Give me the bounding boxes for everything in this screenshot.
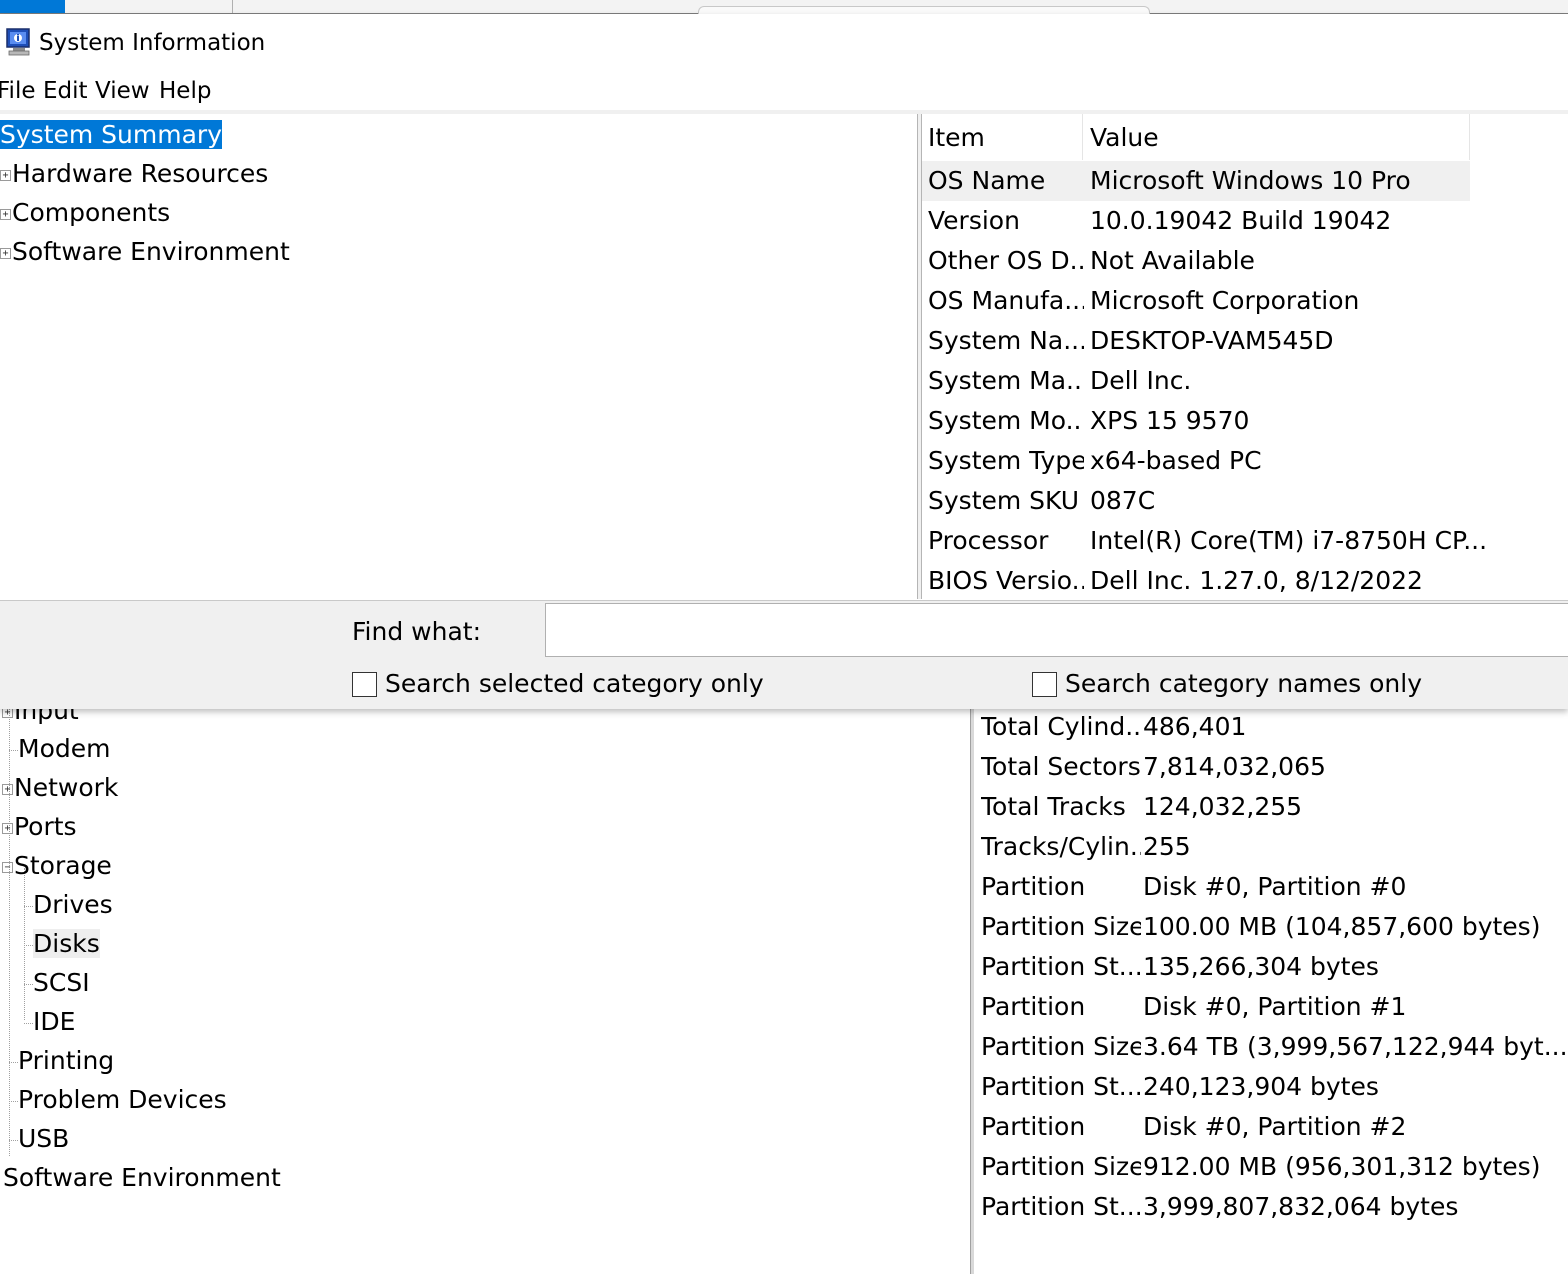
list-row[interactable]: System Type x64-based PC: [922, 441, 1470, 481]
tree-connector: [9, 1140, 18, 1141]
tree-connector: [24, 906, 33, 907]
list-header: Item Value: [922, 114, 1472, 160]
menu-edit[interactable]: Edit: [43, 76, 88, 106]
category-tree[interactable]: System Summary + Hardware Resources + Comp…: [0, 114, 918, 599]
tree-item-scsi[interactable]: SCSI: [33, 965, 90, 1001]
menu-bar: File Edit View Help: [0, 72, 1568, 110]
tree-connector: [24, 1023, 33, 1024]
column-header-value[interactable]: Value: [1084, 114, 1470, 160]
active-tab-indicator[interactable]: [0, 0, 65, 13]
tree-item-ports[interactable]: + Ports: [2, 809, 77, 845]
tree-connector: [9, 1062, 18, 1063]
search-selected-category-checkbox[interactable]: [352, 672, 377, 697]
expand-icon[interactable]: +: [0, 208, 11, 220]
tree-item-problem-devices[interactable]: Problem Devices: [18, 1082, 227, 1118]
list-row[interactable]: OS Manufa... Microsoft Corporation: [922, 281, 1470, 321]
tree-item-printing[interactable]: Printing: [18, 1043, 114, 1079]
expand-icon[interactable]: +: [0, 169, 11, 181]
tree-item-disks[interactable]: Disks: [33, 926, 100, 962]
tree-connector: [24, 984, 33, 985]
tree-item-storage[interactable]: − Storage: [2, 848, 112, 884]
pane-splitter[interactable]: [970, 696, 974, 1274]
list-row[interactable]: Processor Intel(R) Core(TM) i7-8750H CP..…: [922, 521, 1487, 561]
title-bar[interactable]: System Information: [0, 14, 1568, 72]
back-category-tree[interactable]: + Input Modem + Network + Ports − Storage Dr…: [0, 696, 970, 1274]
tree-connector: [9, 1101, 18, 1102]
search-selected-category-label[interactable]: Search selected category only: [385, 666, 764, 702]
list-row[interactable]: System Mo... XPS 15 9570: [922, 401, 1470, 441]
divider: [232, 0, 233, 13]
menu-file[interactable]: File: [0, 76, 36, 106]
search-category-names-checkbox[interactable]: [1032, 672, 1057, 697]
search-category-names-label[interactable]: Search category names only: [1065, 666, 1422, 702]
list-row[interactable]: Other OS D... Not Available: [922, 241, 1470, 281]
list-row[interactable]: System Ma... Dell Inc.: [922, 361, 1470, 401]
find-bar: Find what: Search selected category only…: [0, 600, 1568, 709]
list-row[interactable]: OS Name Microsoft Windows 10 Pro: [922, 161, 1470, 201]
column-header-item[interactable]: Item: [922, 114, 1083, 160]
tree-item-usb[interactable]: USB: [18, 1121, 69, 1157]
window-title: System Information: [39, 30, 266, 56]
list-row[interactable]: BIOS Versio... Dell Inc. 1.27.0, 8/12/202…: [922, 561, 1470, 599]
expand-icon[interactable]: +: [2, 783, 13, 795]
tree-item-components[interactable]: + Components: [0, 195, 170, 231]
details-list: Item Value OS Name Microsoft Windows 10 P…: [921, 114, 1568, 599]
tree-item-hardware-resources[interactable]: + Hardware Resources: [0, 156, 268, 192]
tree-item-modem[interactable]: Modem: [18, 731, 110, 767]
collapse-icon[interactable]: −: [2, 861, 13, 873]
tree-item-software-environment[interactable]: Software Environment: [3, 1160, 281, 1196]
find-what-input[interactable]: [545, 603, 1568, 657]
tree-connector: [9, 750, 18, 751]
system-information-icon: [6, 28, 30, 56]
tree-connector: [24, 868, 25, 1020]
taskbar-strip: [0, 0, 1568, 15]
list-row[interactable]: System SKU 087C: [922, 481, 1470, 521]
list-row[interactable]: System Na... DESKTOP-VAM545D: [922, 321, 1470, 361]
expand-icon[interactable]: +: [2, 822, 13, 834]
tree-item-drives[interactable]: Drives: [33, 887, 113, 923]
tree-item-ide[interactable]: IDE: [33, 1004, 75, 1040]
tree-connector: [24, 945, 33, 946]
system-information-window: System Information File Edit View Help S…: [0, 14, 1568, 709]
tree-item-network[interactable]: + Network: [2, 770, 118, 806]
list-row[interactable]: Version 10.0.19042 Build 19042: [922, 201, 1470, 241]
menu-view[interactable]: View: [95, 76, 150, 106]
expand-icon[interactable]: +: [0, 247, 11, 259]
tree-item-software-environment[interactable]: + Software Environment: [0, 234, 290, 270]
tree-item-system-summary[interactable]: System Summary: [0, 117, 222, 153]
find-what-label: Find what:: [352, 617, 482, 646]
menu-help[interactable]: Help: [159, 76, 211, 106]
tree-connector: [9, 696, 10, 1156]
back-details-list: Total Cylind... 486,401 Total Sectors 7,81…: [981, 712, 1568, 1221]
